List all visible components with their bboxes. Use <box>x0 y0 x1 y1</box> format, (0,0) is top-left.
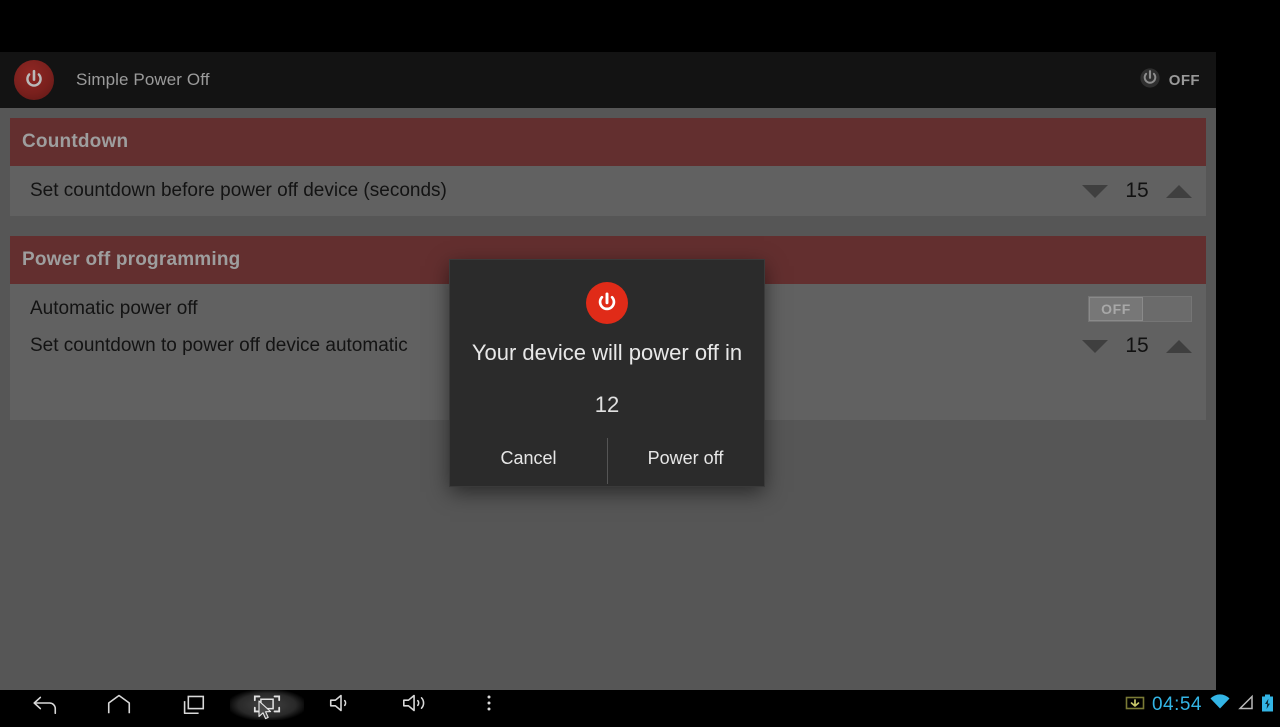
power-off-button[interactable]: Power off <box>607 430 764 486</box>
power-icon <box>14 60 54 100</box>
power-icon <box>586 282 628 324</box>
clock: 04:54 <box>1151 694 1202 715</box>
volume-down-icon[interactable] <box>304 690 378 720</box>
preference-control: 15 <box>1082 334 1192 358</box>
dialog-button-row: Cancel Power off <box>450 430 764 486</box>
switch-label: OFF <box>1101 301 1131 317</box>
preference-control: OFF <box>1088 296 1192 322</box>
back-icon[interactable] <box>8 690 82 720</box>
dialog-message: Your device will power off in <box>471 340 743 365</box>
app-bar: Simple Power Off OFF <box>0 52 1216 108</box>
cancel-button[interactable]: Cancel <box>450 430 607 486</box>
section-header-label: Power off programming <box>22 249 241 270</box>
device-screen: Simple Power Off OFF Countdown Set count… <box>0 52 1216 690</box>
download-icon <box>1125 695 1145 716</box>
number-picker-countdown[interactable]: 15 <box>1082 179 1192 203</box>
preference-title: Set countdown before power off device (s… <box>30 180 447 201</box>
signal-icon <box>1238 694 1254 716</box>
triangle-down-icon[interactable] <box>1082 339 1108 353</box>
home-icon[interactable] <box>82 690 156 720</box>
triangle-up-icon[interactable] <box>1166 339 1192 353</box>
triangle-up-icon[interactable] <box>1166 184 1192 198</box>
number-picker-value: 15 <box>1125 179 1149 202</box>
switch-thumb: OFF <box>1089 297 1143 321</box>
overflow-menu-icon[interactable] <box>452 690 526 720</box>
power-icon <box>1139 67 1161 94</box>
dialog-button-divider <box>607 438 608 484</box>
navigation-bar: 04:54 <box>0 690 1280 720</box>
preference-title: Set countdown to power off device automa… <box>30 335 408 356</box>
number-picker-automatic-countdown[interactable]: 15 <box>1082 334 1192 358</box>
battery-charging-icon <box>1261 694 1274 717</box>
dialog-countdown-value: 12 <box>594 392 620 417</box>
app-title: Simple Power Off <box>76 70 210 89</box>
status-area: 04:54 <box>1125 694 1274 717</box>
preference-control: 15 <box>1082 179 1192 203</box>
volume-up-icon[interactable] <box>378 690 452 720</box>
screenshot-icon[interactable] <box>230 690 304 720</box>
triangle-down-icon[interactable] <box>1082 184 1108 198</box>
wifi-icon <box>1209 694 1231 716</box>
section-header-label: Countdown <box>22 131 129 152</box>
recents-icon[interactable] <box>156 690 230 720</box>
preference-row-countdown-seconds[interactable]: Set countdown before power off device (s… <box>10 166 1206 216</box>
section-header-countdown: Countdown <box>10 118 1206 166</box>
section-countdown: Countdown Set countdown before power off… <box>10 118 1206 216</box>
appbar-toggle-label: OFF <box>1168 71 1200 89</box>
number-picker-value: 15 <box>1125 334 1149 357</box>
automatic-power-off-switch[interactable]: OFF <box>1088 296 1192 322</box>
preference-title: Automatic power off <box>30 298 198 319</box>
appbar-power-toggle[interactable]: OFF <box>1139 67 1200 94</box>
power-off-dialog: Your device will power off in 12 Cancel … <box>450 260 764 486</box>
